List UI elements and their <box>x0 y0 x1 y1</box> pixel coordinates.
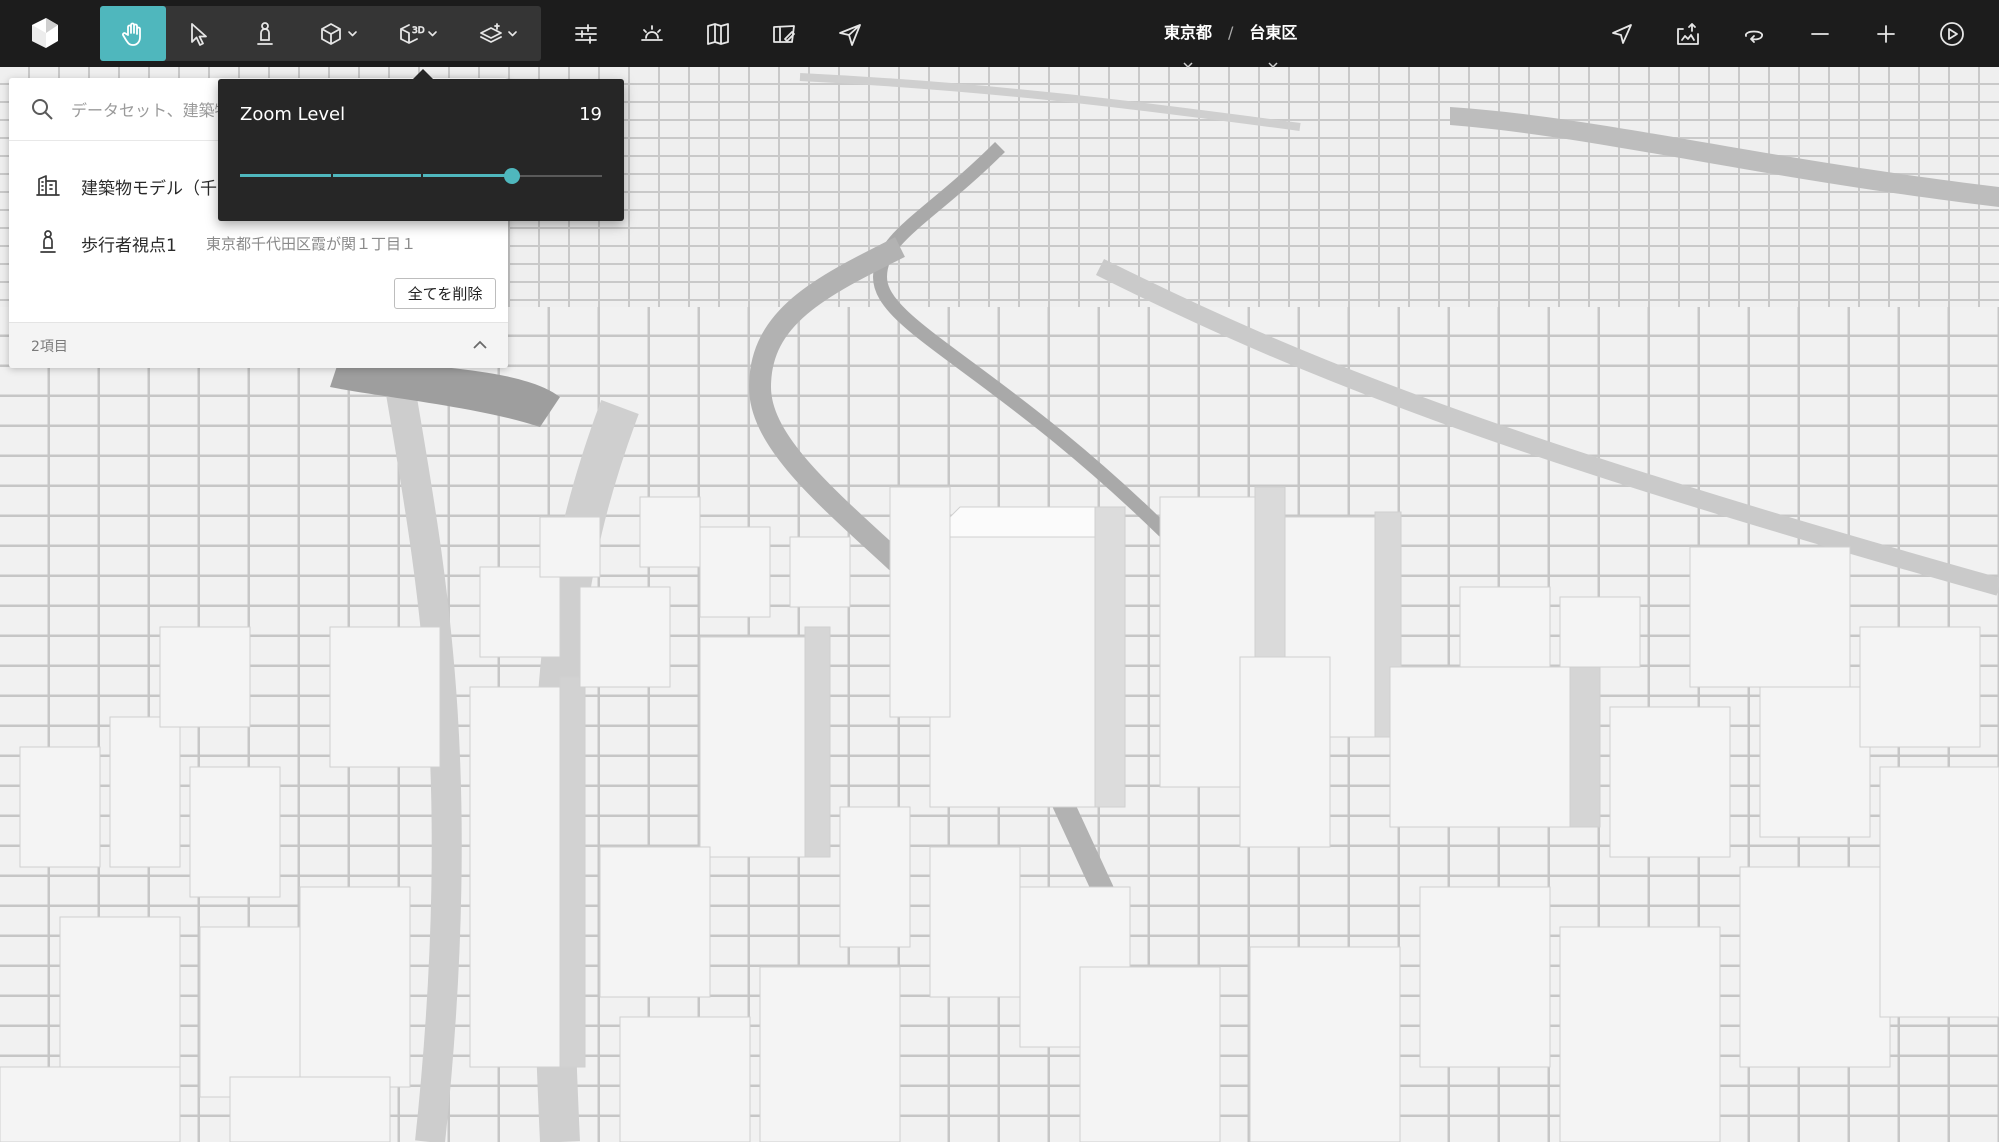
zoom-level-slider[interactable] <box>240 168 602 184</box>
pan-tool-button[interactable] <box>100 6 166 61</box>
building-icon <box>34 171 62 199</box>
breadcrumb-ward[interactable]: 台東区 <box>1245 22 1301 69</box>
rotate-button[interactable] <box>1721 6 1787 61</box>
model-tool-button[interactable]: 3D <box>378 6 444 61</box>
chevron-down-icon <box>1183 52 1193 69</box>
chevron-down-icon <box>1268 52 1278 69</box>
pedestrian-icon <box>34 228 62 256</box>
ward-label: 台東区 <box>1249 23 1298 42</box>
zoom-out-icon <box>1811 32 1829 35</box>
screenshot-export-icon <box>1677 22 1699 45</box>
prefecture-label: 東京都 <box>1164 23 1213 42</box>
list-item-title: 歩行者視点1 <box>81 236 177 256</box>
primitive-tool-button[interactable] <box>298 6 364 61</box>
main-toolbar: 3D 東京都 / 台東区 <box>0 0 1999 69</box>
sun-icon <box>641 24 663 41</box>
sun-button[interactable] <box>619 6 685 61</box>
chevron-down-icon <box>428 31 437 37</box>
pedestrian-icon <box>257 21 273 45</box>
pointer-icon <box>191 22 207 46</box>
chevron-down-icon <box>348 31 357 37</box>
list-item-address: 東京都千代田区霞が関１丁目１ <box>206 235 417 253</box>
play-icon <box>1940 21 1964 46</box>
zoom-in-button[interactable] <box>1853 6 1919 61</box>
list-item-pedestrian-view[interactable]: 歩行者視点1 東京都千代田区霞が関１丁目１ <box>9 215 508 269</box>
breadcrumb-separator: / <box>1228 23 1234 42</box>
location-breadcrumb: 東京都 / 台東区 <box>1160 22 1301 69</box>
search-icon <box>29 96 55 122</box>
select-tool-button[interactable] <box>166 6 232 61</box>
settings-button[interactable] <box>553 6 619 61</box>
map-edit-icon <box>773 24 795 43</box>
send-icon <box>839 23 861 46</box>
hand-icon <box>122 22 141 46</box>
list-item-title: 建築物モデル（千 <box>81 179 217 199</box>
pedestrian-tool-button[interactable] <box>232 6 298 61</box>
cube-icon <box>321 22 341 45</box>
slider-thumb[interactable] <box>503 168 520 184</box>
item-count: 2項目 <box>31 339 68 355</box>
play-button[interactable] <box>1919 6 1985 61</box>
slider-tick <box>330 173 333 179</box>
layers-icon <box>480 22 502 43</box>
map-book-icon <box>707 22 729 45</box>
svg-text:3D: 3D <box>412 26 425 36</box>
delete-all-button[interactable]: 全てを削除 <box>394 278 496 309</box>
zoom-level-popover: Zoom Level 19 <box>218 69 624 221</box>
map-edit-button[interactable] <box>751 6 817 61</box>
slider-fill <box>240 174 512 177</box>
panel-footer: 2項目 <box>9 322 508 368</box>
app-logo-icon[interactable] <box>24 13 64 53</box>
chevron-down-icon <box>508 31 517 37</box>
rotate-icon <box>1745 30 1763 43</box>
export-button[interactable] <box>1655 6 1721 61</box>
slider-tick <box>421 173 423 179</box>
zoom-level-label: Zoom Level <box>240 104 346 125</box>
breadcrumb-prefecture[interactable]: 東京都 <box>1160 22 1216 69</box>
layers-tool-button[interactable] <box>458 6 524 61</box>
current-location-button[interactable] <box>1589 6 1655 61</box>
zoom-level-value: 19 <box>579 104 602 125</box>
cube-3d-icon: 3D <box>400 23 425 44</box>
location-arrow-icon <box>1612 23 1632 44</box>
chevron-up-icon[interactable] <box>472 337 488 353</box>
zoom-in-icon <box>1877 24 1895 43</box>
share-button[interactable] <box>817 6 883 61</box>
zoom-out-button[interactable] <box>1787 6 1853 61</box>
sliders-icon <box>575 23 597 44</box>
map-book-button[interactable] <box>685 6 751 61</box>
